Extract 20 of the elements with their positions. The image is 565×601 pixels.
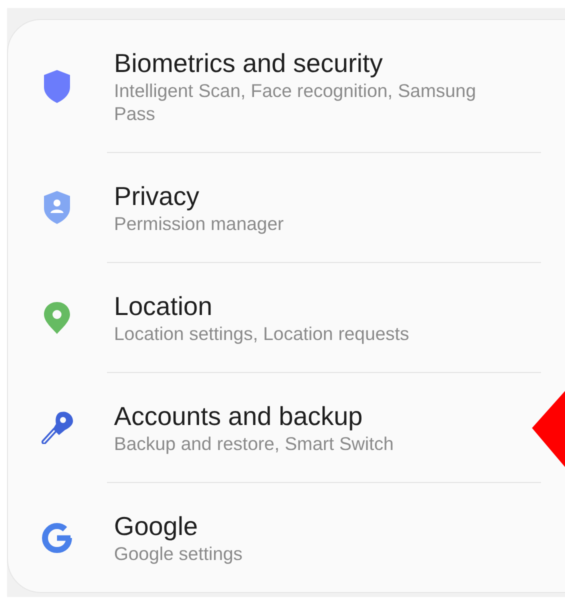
item-title: Biometrics and security (114, 47, 384, 79)
item-subtitle: Location settings, Location requests (114, 322, 410, 345)
settings-item[interactable]: Google Google settings (8, 483, 565, 592)
item-title: Location (114, 290, 214, 322)
key-icon (40, 411, 74, 444)
item-title: Accounts and backup (114, 400, 364, 432)
item-subtitle: Google settings (114, 542, 243, 565)
item-title: Google (114, 510, 199, 542)
settings-item[interactable]: Privacy Permission manager (8, 153, 565, 262)
shield-person-icon (43, 191, 71, 224)
location-pin-icon (44, 302, 70, 334)
item-subtitle: Backup and restore, Smart Switch (114, 432, 394, 455)
item-title: Privacy (114, 180, 200, 212)
settings-item[interactable]: Location Location settings, Location requests (8, 263, 565, 372)
item-subtitle: Permission manager (114, 212, 284, 235)
settings-item[interactable]: Biometrics and security Intelligent Scan, Face recognition, Samsung Pass (8, 20, 565, 152)
google-icon (42, 522, 72, 552)
settings-item[interactable]: Accounts and backup Backup and restore, Smart Switch (8, 373, 565, 482)
shield-icon (43, 70, 71, 102)
item-subtitle: Intelligent Scan, Face recognition, Samsung Pass (114, 79, 477, 125)
